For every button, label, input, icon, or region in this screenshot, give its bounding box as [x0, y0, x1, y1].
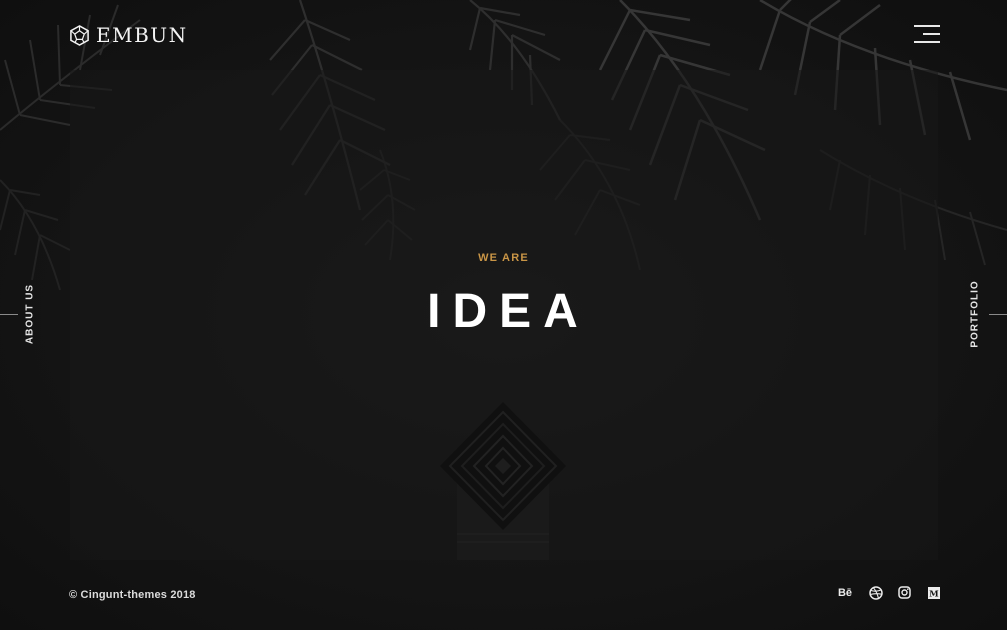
- svg-text:M: M: [929, 589, 939, 599]
- behance-icon[interactable]: Bē: [836, 585, 854, 600]
- hero-kicker: WE ARE: [478, 252, 529, 264]
- hamburger-menu-icon[interactable]: [912, 24, 940, 44]
- side-link-about-us[interactable]: ABOUT US: [25, 284, 36, 344]
- hero-title: IDEA: [427, 285, 590, 338]
- copyright-text: © Cingunt-themes 2018: [69, 589, 196, 601]
- instagram-icon[interactable]: [897, 585, 912, 600]
- diamond-ornament-icon: [440, 402, 566, 560]
- portfolio-divider-line: [989, 314, 1007, 315]
- page: EMBUN WE ARE IDEA ABOUT US PORTFOLIO © C…: [0, 0, 1007, 630]
- site-logo[interactable]: EMBUN: [69, 24, 188, 46]
- medium-icon[interactable]: M: [926, 585, 941, 600]
- site-header: EMBUN: [0, 0, 1007, 70]
- dribbble-icon[interactable]: [868, 585, 883, 600]
- dodecahedron-logo-icon: [70, 24, 89, 46]
- social-links: Bē M: [836, 585, 941, 600]
- about-divider-line: [0, 314, 18, 315]
- side-link-portfolio[interactable]: PORTFOLIO: [970, 280, 981, 347]
- brand-name: EMBUN: [96, 23, 188, 47]
